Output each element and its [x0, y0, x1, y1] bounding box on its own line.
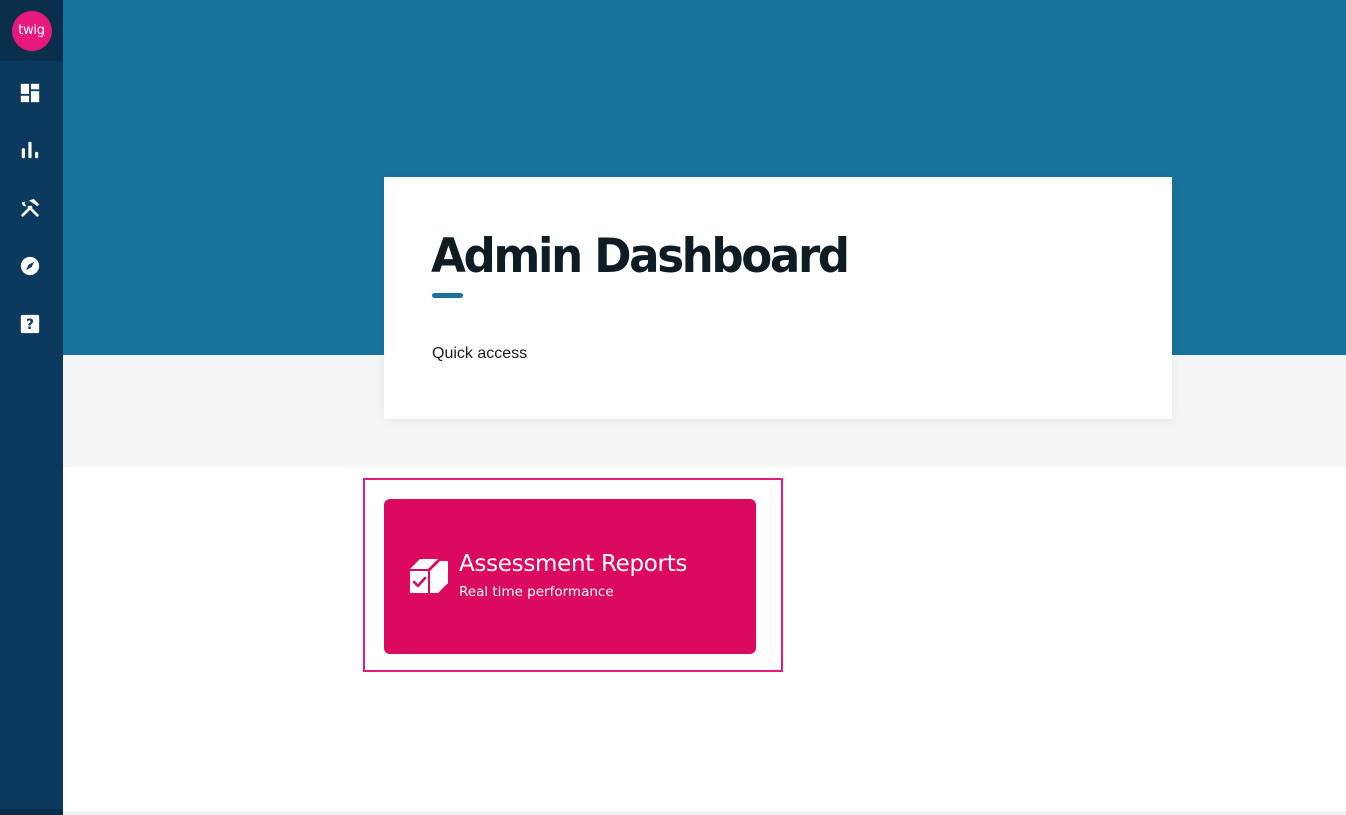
compass-icon	[20, 256, 40, 276]
bottom-rule	[63, 811, 1346, 815]
card-title: Assessment Reports	[459, 551, 688, 577]
logo-area: twig	[0, 0, 63, 61]
tools-icon	[21, 198, 40, 217]
sidebar-item-reports[interactable]	[16, 136, 44, 164]
header-card: Admin Dashboard Quick access	[384, 177, 1172, 419]
dashboard-icon	[20, 83, 40, 103]
assessment-reports-card[interactable]: Assessment Reports Real time performance	[384, 499, 756, 654]
quick-access-label: Quick access	[432, 345, 528, 362]
title-underline	[432, 293, 463, 298]
help-icon: ?	[20, 314, 40, 334]
sidebar-item-tools[interactable]	[16, 194, 44, 222]
twig-logo[interactable]: twig	[11, 10, 52, 51]
logo-text: twig	[18, 23, 45, 38]
sidebar-item-help[interactable]: ?	[16, 310, 44, 338]
box-check-icon	[410, 559, 448, 593]
sidebar-item-dashboard[interactable]	[16, 79, 44, 107]
sidebar-item-explore[interactable]	[16, 252, 44, 280]
card-subtitle: Real time performance	[459, 584, 614, 600]
sidebar-footer-rule	[0, 809, 63, 815]
page-title: Admin Dashboard	[431, 229, 850, 284]
svg-text:?: ?	[26, 317, 34, 333]
sidebar: twig ?	[0, 0, 63, 815]
bar-chart-icon	[21, 141, 39, 159]
